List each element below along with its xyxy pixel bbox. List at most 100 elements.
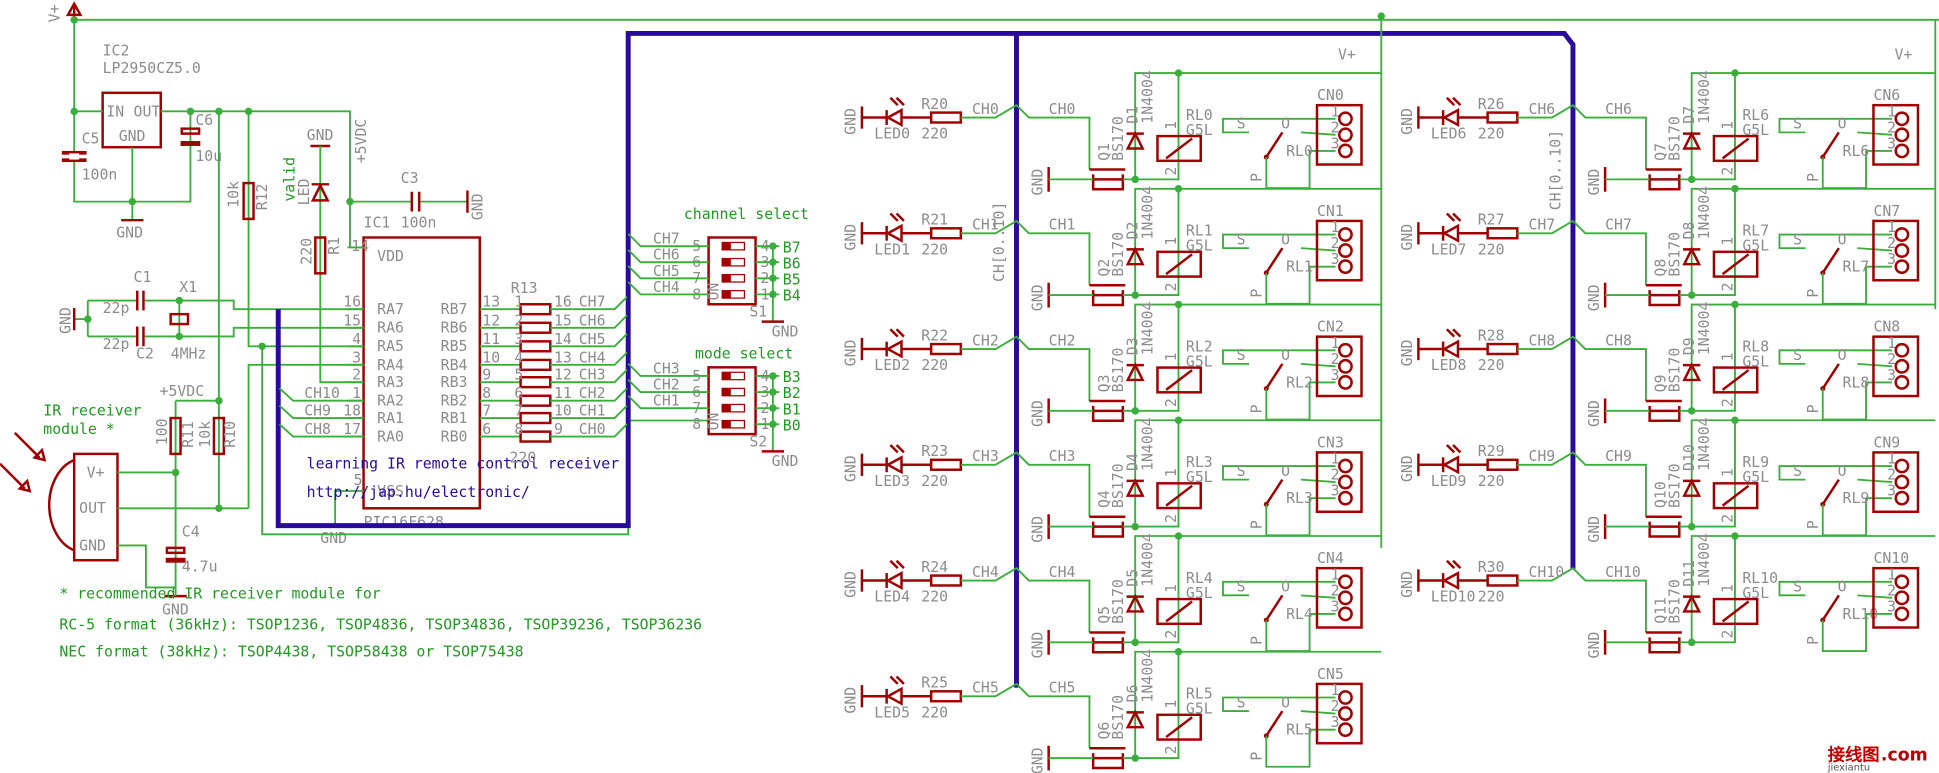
coil-pin: 2: [1719, 167, 1736, 176]
s2-dip-switch-switch-lever: [722, 388, 731, 396]
connector-pin: [1894, 127, 1910, 143]
pin-number: 18: [343, 403, 361, 420]
c5-name: C5: [82, 131, 100, 148]
connector-pin: [1338, 690, 1353, 705]
channel-ch1-relay-contact: [1265, 247, 1284, 274]
connector-pin: [1894, 574, 1910, 590]
pin-number: 6: [482, 421, 491, 438]
channel-ch1-resistor: [929, 227, 963, 240]
ir-vplus-pin: V+: [87, 464, 105, 481]
channel-ch4-net-left: CH4: [972, 564, 999, 581]
r13-pin: 2: [514, 312, 523, 329]
channel-ch8-led-name: LED8: [1431, 357, 1467, 374]
connector-pin-number: 3: [1887, 135, 1896, 152]
dip-output-b3: B3: [783, 369, 801, 386]
channel-ch10-mosfet: [1648, 637, 1681, 644]
ir-light-arrows-icon: [0, 431, 47, 493]
connector-pin: [1894, 243, 1910, 259]
coil-pin: 1: [1163, 121, 1180, 130]
channel-ch5-connector-name: CN5: [1317, 666, 1344, 683]
junction: [1731, 532, 1739, 540]
connector-pin: [1894, 342, 1910, 358]
dip-output-b1: B1: [783, 401, 801, 418]
pin-number: 1: [352, 385, 361, 402]
r13-resistor: [519, 321, 552, 334]
channel-ch9-d-value: 1N4004: [1696, 417, 1713, 471]
r13-pin: 8: [514, 421, 523, 438]
net-label-ch0: CH0: [579, 421, 606, 438]
x1-name: X1: [179, 279, 197, 296]
contact-o: O: [1838, 347, 1847, 364]
svg-text:.com: .com: [1881, 746, 1928, 766]
pin-name-rb4: RB4: [441, 357, 468, 374]
caption-url[interactable]: http://jap.hu/electronic/: [307, 484, 530, 501]
net-label-ch1: CH1: [653, 393, 680, 410]
ic1-gnd-label: GND: [320, 530, 347, 547]
connector-pin-number: 2: [1331, 351, 1340, 368]
channel-ch1-led-name: LED1: [874, 241, 910, 258]
connector-pin-number: 3: [1331, 714, 1340, 731]
channel-ch6-q-gnd: GND: [1586, 169, 1603, 196]
coil-pin: 2: [1163, 282, 1180, 291]
channel-ch2-led-icon: [885, 339, 903, 359]
ic1-name: IC1: [364, 215, 391, 232]
channel-ch3-r-value: 220: [921, 473, 948, 490]
net-label-ch2: CH2: [653, 377, 680, 394]
net-label-ch4: CH4: [653, 279, 680, 296]
channel-ch8-d-value: 1N4004: [1696, 302, 1713, 356]
junction: [1731, 416, 1739, 424]
contact-s: S: [1793, 116, 1802, 133]
contact-s: S: [1793, 463, 1802, 480]
connector-pin-number: 2: [1887, 351, 1896, 368]
connector-pin-number: 3: [1331, 251, 1340, 268]
channel-ch6-r-name: R26: [1478, 96, 1505, 113]
channel-ch5-q-gnd: GND: [1029, 747, 1046, 773]
channel-ch10-led-gnd: GND: [1399, 571, 1416, 598]
pin-name-ra6: RA6: [377, 320, 404, 337]
s1-dip-switch-switch-lever: [722, 290, 731, 299]
connector-pin: [1338, 374, 1353, 390]
net-label-ch7: CH7: [579, 294, 606, 311]
channel-ch9-q-gnd: GND: [1586, 516, 1603, 543]
junction: [1174, 532, 1183, 540]
junction: [1131, 175, 1139, 184]
connector-pin: [1338, 458, 1353, 474]
connector-pin-number: 2: [1887, 582, 1896, 599]
x1-value: 4MHz: [171, 346, 207, 363]
r13-resistor: [519, 375, 552, 389]
contact-o: O: [1281, 579, 1290, 596]
channel-ch5-net-left: CH5: [972, 680, 999, 697]
channel-ch4-relay-contact: [1265, 594, 1284, 621]
channel-ch8-net-right: CH8: [1605, 332, 1632, 349]
contact-s: S: [1237, 463, 1246, 480]
pin-number: 9: [482, 367, 491, 384]
net-label-ch9: CH9: [304, 403, 331, 420]
channel-ch6-net-right: CH6: [1605, 101, 1632, 118]
channel-ch3-led-name: LED3: [874, 473, 910, 490]
channel-ch4-led-name: LED4: [874, 589, 910, 606]
contact-s: S: [1793, 347, 1802, 364]
channel-ch6-led-icon: [1441, 108, 1460, 128]
mosfet-body-diode: [1091, 179, 1125, 191]
junction: [1687, 522, 1696, 531]
contact-o: O: [1838, 231, 1847, 248]
channel-ch5-led-name: LED5: [874, 704, 910, 721]
junction: [1174, 648, 1183, 656]
r13-pin: 12: [554, 367, 572, 384]
channel-ch10-connector-name: CN10: [1873, 550, 1909, 567]
ic2-out-label: OUT: [134, 103, 161, 120]
channel-ch9-r-value: 220: [1478, 473, 1505, 490]
channel-ch10-relay-value: G5L: [1742, 585, 1769, 602]
pin-number: 8: [482, 385, 491, 402]
pin-number: 17: [343, 421, 361, 438]
channel-ch1-r-name: R21: [921, 212, 948, 229]
pin-name-rb1: RB1: [441, 410, 468, 427]
relay-vplus-left: V+: [1338, 46, 1356, 63]
r12-value: 10k: [226, 181, 243, 208]
r13-pin: 16: [554, 294, 572, 311]
channel-ch2-d-value: 1N4004: [1140, 302, 1157, 356]
pin-number: 4: [352, 331, 361, 348]
connector-pin-number: 1: [1887, 566, 1896, 583]
connector-pin-number: 2: [1887, 235, 1896, 252]
connector-pin: [1894, 374, 1910, 390]
